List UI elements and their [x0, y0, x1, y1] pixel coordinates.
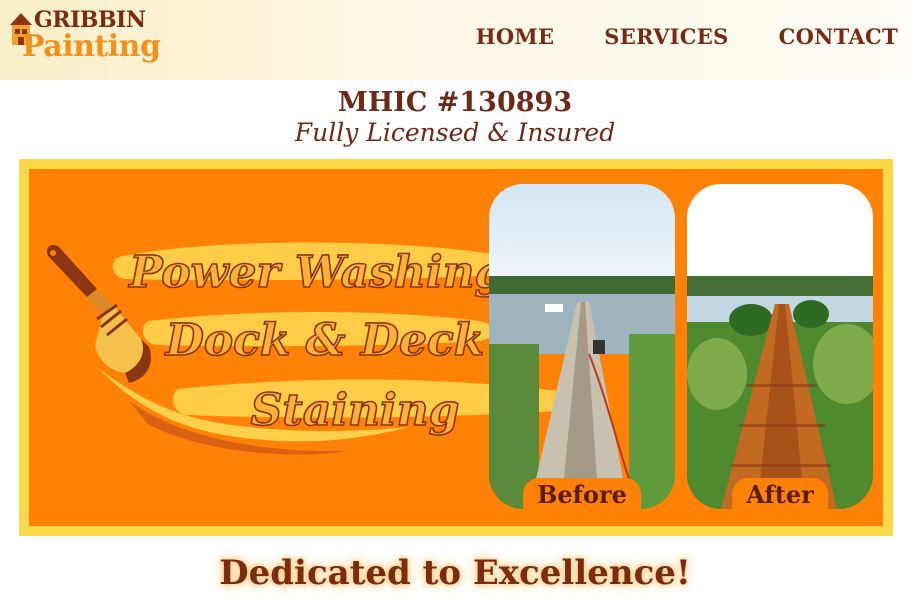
before-photo: Before — [489, 184, 675, 509]
headline-line-1: Power Washing, — [127, 247, 520, 298]
logo-text-painting: Painting — [22, 29, 161, 64]
excellence-heading: Dedicated to Excellence! — [219, 553, 691, 593]
after-photo: After — [687, 184, 873, 509]
site-header: GRIBBIN Painting HOME SERVICES CONTACT — [0, 0, 910, 80]
license-info: MHIC #130893 Fully Licensed & Insured — [0, 86, 910, 148]
after-dock-image — [687, 184, 873, 509]
hero-banner: Power Washing, Dock & Deck Staining Befo… — [19, 159, 893, 536]
after-label: After — [732, 478, 828, 509]
nav-contact[interactable]: CONTACT — [779, 24, 898, 49]
nav-services[interactable]: SERVICES — [604, 24, 728, 49]
hero-banner-inner: Power Washing, Dock & Deck Staining Befo… — [29, 169, 883, 526]
before-label: Before — [523, 478, 641, 509]
before-dock-image — [489, 184, 675, 509]
headline-line-2: Dock & Deck — [164, 315, 485, 366]
logo[interactable]: GRIBBIN Painting — [8, 5, 168, 69]
license-number: MHIC #130893 — [337, 87, 573, 118]
headline-line-3: Staining — [251, 385, 460, 436]
license-tagline: Fully Licensed & Insured — [294, 118, 616, 147]
nav-home[interactable]: HOME — [476, 24, 555, 49]
main-nav: HOME SERVICES CONTACT — [476, 24, 898, 49]
